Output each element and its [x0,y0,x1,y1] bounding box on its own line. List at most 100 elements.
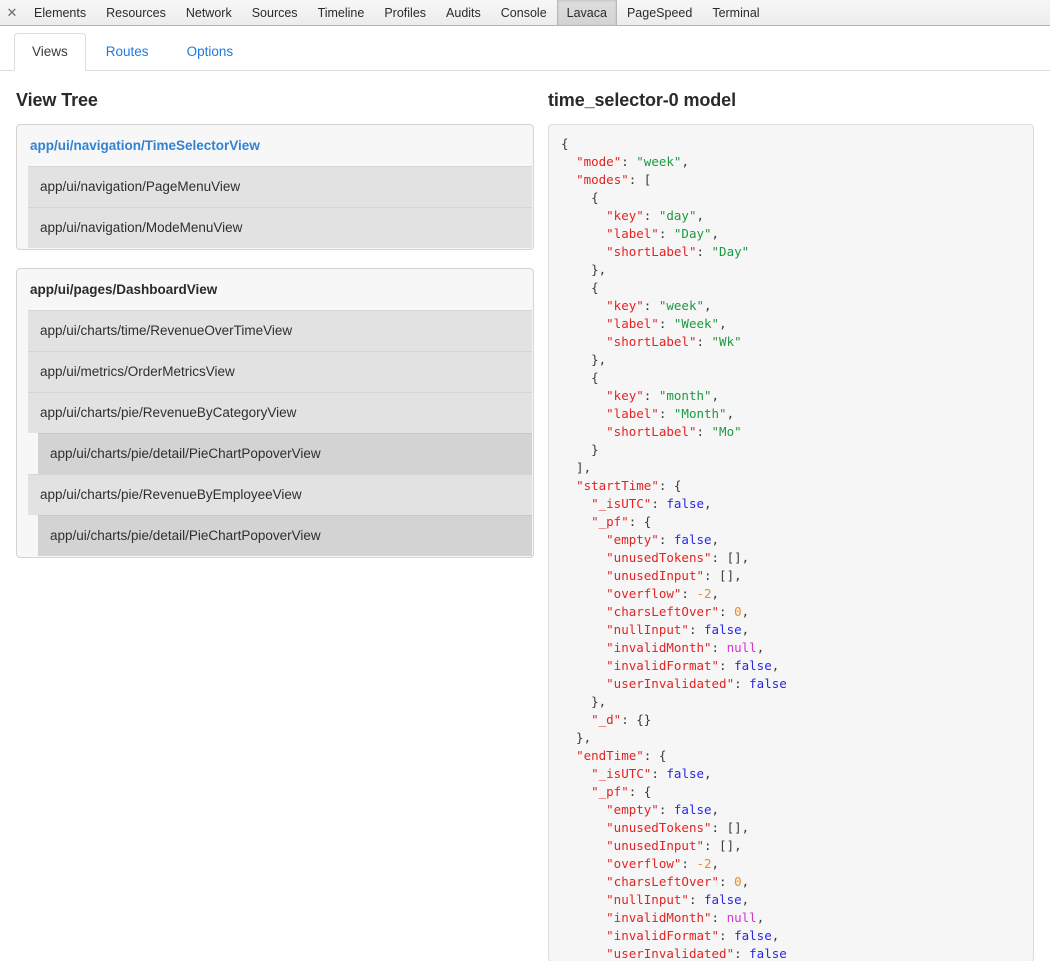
view-tree-item[interactable]: app/ui/charts/pie/detail/PieChartPopover… [38,515,532,556]
json-token-pun [561,172,576,187]
json-token-pun [561,226,606,241]
json-token-pun: : [696,334,712,349]
tab-options[interactable]: Options [169,33,252,71]
json-token-pun: : [681,586,697,601]
devtools-panel-list: Elements Resources Network Sources Timeline P… [24,0,770,25]
json-token-pun [561,802,606,817]
json-token-pun [561,856,606,871]
close-icon[interactable]: ✕ [0,0,24,25]
devtools-toolbar: ✕ Elements Resources Network Sources Timelin… [0,0,1050,26]
json-token-pun: , [711,532,720,547]
devtools-panel-audits[interactable]: Audits [436,0,491,25]
json-token-pun: ], [561,460,592,475]
json-token-pun: : [734,676,750,691]
devtools-panel-profiles[interactable]: Profiles [374,0,436,25]
json-token-key: "empty" [606,532,659,547]
devtools-panel-network[interactable]: Network [176,0,242,25]
devtools-panel-timeline[interactable]: Timeline [308,0,375,25]
view-tree-item[interactable]: app/ui/charts/pie/RevenueByCategoryView [28,392,532,433]
json-token-pun: : [651,766,667,781]
json-token-num: 0 [734,874,742,889]
json-token-key: "shortLabel" [606,424,697,439]
devtools-panel-lavaca[interactable]: Lavaca [556,0,617,25]
tab-bar: Views Routes Options [0,26,1050,71]
json-token-key: "_isUTC" [591,766,652,781]
json-token-pun [561,514,591,529]
devtools-panel-terminal[interactable]: Terminal [702,0,769,25]
json-token-key: "key" [606,298,644,313]
json-token-pun: : [719,658,735,673]
json-token-pun: : [ [628,172,652,187]
json-token-key: "key" [606,388,644,403]
model-title: time_selector-0 model [548,90,736,110]
json-token-pun: : [658,802,674,817]
page-title: View Tree [16,90,98,110]
view-tree-item[interactable]: app/ui/charts/pie/RevenueByEmployeeView [28,474,532,515]
json-token-pun: : [681,856,697,871]
json-token-pun [561,586,606,601]
json-token-str: "month" [658,388,712,403]
json-token-pun: : [688,892,705,907]
json-token-str: "week" [636,154,682,169]
devtools-panel-console[interactable]: Console [491,0,557,25]
view-tree-item[interactable]: app/ui/charts/time/RevenueOverTimeView [28,310,532,351]
json-token-pun: : [734,946,750,961]
json-token-key: "modes" [576,172,629,187]
devtools-panel-pagespeed[interactable]: PageSpeed [617,0,702,25]
json-token-pun: , [726,406,735,421]
json-token-pun [561,334,606,349]
json-token-bool: false [749,946,787,961]
view-tree-item[interactable]: app/ui/navigation/PageMenuView [28,166,532,207]
json-token-pun [561,424,606,439]
json-token-pun: : [621,154,637,169]
json-token-key: "unusedTokens" [606,550,712,565]
json-token-key: "invalidFormat" [606,928,720,943]
view-tree-group-header[interactable]: app/ui/pages/DashboardView [18,270,532,310]
view-tree-group-header[interactable]: app/ui/navigation/TimeSelectorView [18,126,532,166]
json-token-pun: : [643,298,659,313]
json-token-key: "unusedInput" [606,568,704,583]
json-token-pun: , [711,802,720,817]
json-token-key: "invalidFormat" [606,658,720,673]
json-token-str: "Day" [673,226,712,241]
json-token-pun: : [658,406,674,421]
json-token-pun: , [711,226,720,241]
json-token-str: "day" [658,208,697,223]
json-token-pun [561,154,576,169]
devtools-panel-resources[interactable]: Resources [96,0,176,25]
view-tree-item[interactable]: app/ui/navigation/ModeMenuView [28,207,532,248]
devtools-panel-elements[interactable]: Elements [24,0,96,25]
main-content: View Tree app/ui/navigation/TimeSelector… [0,71,1050,961]
json-token-pun [561,946,606,961]
tab-routes[interactable]: Routes [88,33,167,71]
json-token-key: "label" [606,226,659,241]
json-token-pun: : { [643,748,667,763]
view-tree-item[interactable]: app/ui/metrics/OrderMetricsView [28,351,532,392]
json-token-pun: : [658,226,674,241]
tab-views[interactable]: Views [14,33,86,71]
json-token-pun [561,928,606,943]
json-token-pun: }, [561,352,607,367]
json-token-pun: , [681,154,689,169]
json-token-pun: : [711,910,727,925]
json-token-pun: : [651,496,667,511]
json-token-key: "mode" [576,154,622,169]
json-token-pun: { [561,370,599,385]
devtools-panel-sources[interactable]: Sources [242,0,308,25]
json-token-key: "invalidMonth" [606,640,712,655]
json-token-pun [561,820,606,835]
json-token-key: "shortLabel" [606,334,697,349]
json-token-pun: : [658,316,674,331]
json-token-key: "userInvalidated" [606,946,735,961]
model-json-viewer[interactable]: { "mode": "week", "modes": [ { "key": "d… [548,124,1034,961]
json-token-pun: : [711,640,727,655]
json-token-pun: , [756,640,765,655]
json-token-pun: : { [628,784,652,799]
json-token-bool: false [734,658,772,673]
json-token-key: "_d" [591,712,622,727]
json-token-bool: false [666,496,705,511]
json-token-pun: : [643,208,659,223]
json-token-pun: , [741,622,750,637]
json-token-key: "endTime" [576,748,644,763]
view-tree-item[interactable]: app/ui/charts/pie/detail/PieChartPopover… [38,433,532,474]
